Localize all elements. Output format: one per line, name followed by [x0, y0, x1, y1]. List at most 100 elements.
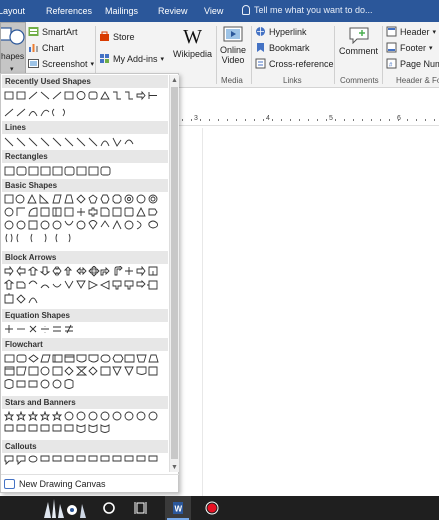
scrollbar-thumb[interactable] [171, 87, 178, 459]
screenshot-button[interactable]: Screenshot ▾ [28, 58, 94, 69]
document-page[interactable] [202, 128, 439, 496]
ruler-tick [362, 119, 363, 121]
ruler-tick [245, 119, 246, 121]
chart-button[interactable]: Chart [28, 42, 64, 53]
word-taskbar-icon[interactable]: W [165, 496, 191, 520]
ruler-tick [380, 119, 381, 121]
store-icon [100, 31, 109, 41]
ruler-tick [317, 119, 318, 121]
ruler-tick [272, 119, 273, 121]
section-equation-shapes: Equation Shapes [2, 309, 168, 322]
shape-row[interactable] [4, 411, 166, 437]
bookmark-label: Bookmark [269, 42, 310, 53]
shapes-label: hapes [1, 51, 25, 61]
chevron-down-icon: ▾ [429, 44, 433, 52]
shape-row[interactable] [4, 194, 166, 248]
tell-me-box[interactable]: Tell me what you want to do... [242, 5, 373, 15]
shape-row[interactable] [4, 455, 166, 469]
tell-me-text: Tell me what you want to do... [254, 5, 373, 15]
screenshot-label: Screenshot [42, 58, 88, 69]
ruler-tick [227, 119, 228, 121]
my-addins-icon [100, 54, 109, 63]
header-button[interactable]: Header ▾ [386, 26, 436, 37]
ruler-tick [182, 119, 183, 121]
horizontal-ruler[interactable]: 3 4 5 6 [178, 114, 439, 126]
store-button[interactable]: Store [99, 31, 135, 42]
smartart-icon [28, 27, 39, 36]
tab-references[interactable]: References [46, 6, 92, 16]
page-number-icon: # [386, 58, 397, 69]
comment-button[interactable]: Comment [339, 26, 378, 56]
cross-reference-button[interactable]: Cross-reference [255, 58, 334, 69]
ruler-tick [416, 119, 417, 121]
chevron-down-icon: ▾ [10, 66, 14, 73]
wikipedia-button[interactable]: W Wikipedia [173, 26, 212, 59]
gallery-scrollbar[interactable]: ▲ ▼ [169, 75, 179, 472]
shape-row[interactable] [4, 165, 166, 177]
tab-layout[interactable]: Layout [0, 6, 25, 16]
taskbar-thumbnail[interactable] [42, 496, 92, 520]
section-lines: Lines [2, 121, 168, 134]
section-block-arrows: Block Arrows [2, 251, 168, 264]
header-icon [386, 26, 397, 37]
divider [251, 26, 252, 84]
shape-row[interactable] [4, 324, 166, 336]
tab-mailings[interactable]: Mailings [105, 6, 138, 16]
record-icon[interactable] [202, 496, 222, 520]
ruler-tick [218, 119, 219, 121]
wikipedia-label: Wikipedia [173, 49, 213, 59]
svg-text:W: W [175, 505, 183, 514]
online-video-button[interactable]: Online Video [219, 26, 247, 65]
screenshot-icon [28, 59, 39, 68]
section-rectangles: Rectangles [2, 150, 168, 163]
shape-row[interactable] [4, 136, 166, 148]
canvas-icon [4, 479, 15, 489]
chevron-down-icon: ▾ [432, 28, 437, 36]
ruler-tick [281, 119, 282, 121]
new-drawing-canvas-label: New Drawing Canvas [19, 479, 106, 489]
shape-row[interactable] [4, 353, 166, 393]
bookmark-icon [257, 43, 264, 52]
section-flowchart: Flowchart [2, 338, 168, 351]
footer-icon [386, 42, 397, 53]
page-number-button[interactable]: # Page Num [386, 58, 439, 69]
shapes-gallery: Recently Used Shapes Lines Rectangles Ba… [0, 73, 179, 493]
group-header-footer-label: Header & Fo [396, 76, 439, 85]
smartart-label: SmartArt [42, 26, 78, 37]
comment-label: Comment [339, 46, 379, 56]
chart-label: Chart [42, 42, 65, 53]
section-recently-used-shapes: Recently Used Shapes [2, 75, 168, 88]
hyperlink-button[interactable]: Hyperlink [255, 26, 307, 37]
hyperlink-label: Hyperlink [269, 26, 307, 37]
shapes-button[interactable]: hapes ▾ [0, 22, 26, 74]
my-addins-button[interactable]: My Add-ins ▾ [99, 53, 164, 64]
tab-view[interactable]: View [204, 6, 223, 16]
online-video-label: Online Video [219, 45, 246, 65]
new-drawing-canvas-button[interactable]: New Drawing Canvas [1, 474, 179, 493]
scroll-down-icon[interactable]: ▼ [171, 464, 178, 471]
task-view-icon[interactable] [132, 496, 150, 520]
chevron-down-icon: ▾ [160, 55, 165, 63]
my-addins-label: My Add-ins [113, 53, 158, 64]
divider [334, 26, 335, 84]
ruler-tick [200, 119, 201, 121]
ruler-number: 4 [266, 115, 270, 122]
shape-row[interactable] [4, 266, 166, 306]
shape-row[interactable] [4, 90, 166, 120]
tab-review[interactable]: Review [158, 6, 188, 16]
divider [382, 26, 383, 84]
ruler-tick [326, 119, 327, 121]
group-comments-label: Comments [340, 76, 379, 85]
page-number-label: Page Num [400, 58, 439, 69]
scroll-up-icon[interactable]: ▲ [171, 77, 178, 84]
ruler-tick [209, 119, 210, 121]
footer-button[interactable]: Footer ▾ [386, 42, 433, 53]
smartart-button[interactable]: SmartArt [28, 26, 78, 37]
ruler-tick [263, 119, 264, 121]
group-media-label: Media [221, 76, 243, 85]
bookmark-button[interactable]: Bookmark [255, 42, 310, 53]
ribbon-tab-bar: Layout References Mailings Review View T… [0, 0, 439, 22]
ruler-tick [191, 119, 192, 121]
start-circle-icon[interactable] [100, 496, 118, 520]
ruler-tick [353, 119, 354, 121]
